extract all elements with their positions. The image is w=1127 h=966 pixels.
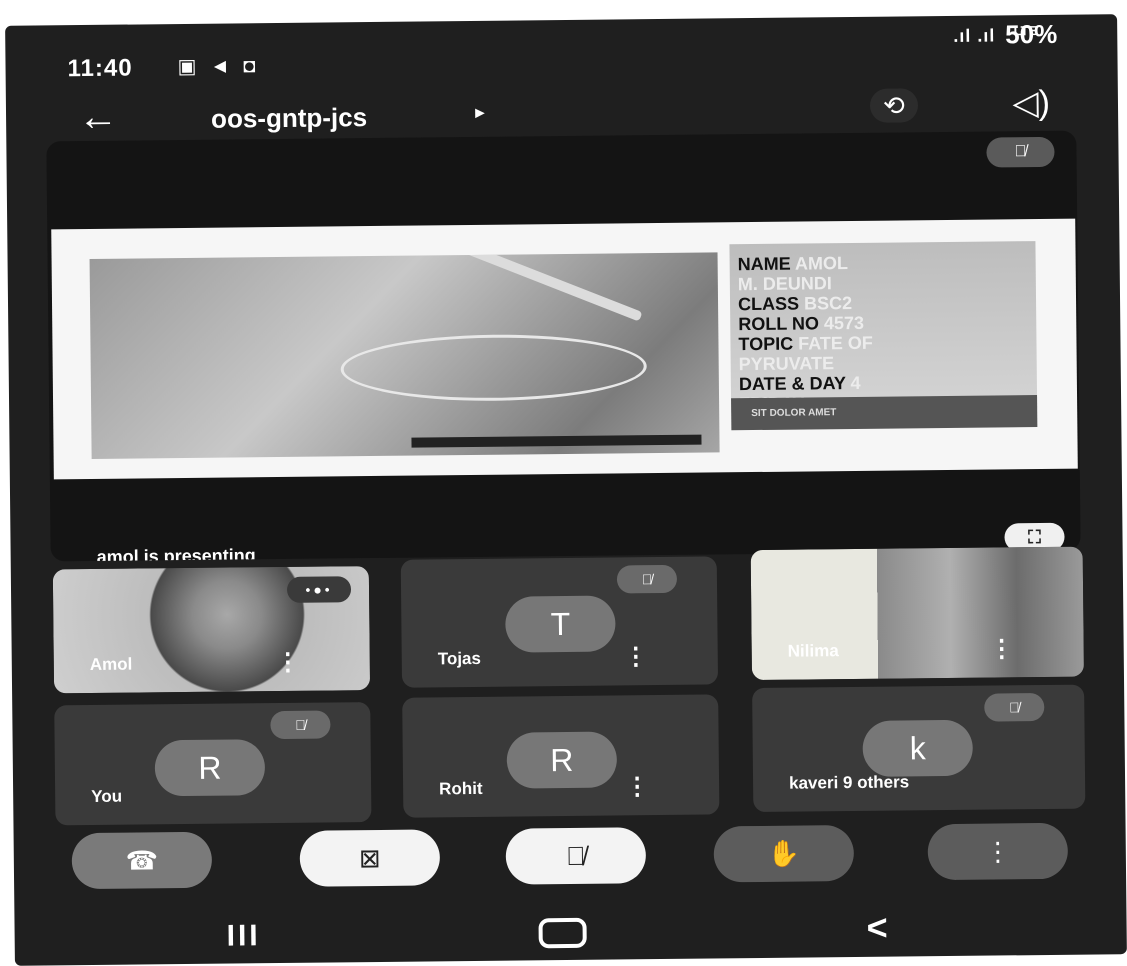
mic-off-icon: 🎙̸: [616, 564, 678, 594]
battery-level: 50%: [1005, 18, 1058, 50]
speaking-indicator-icon: •●•: [286, 576, 352, 603]
slide-info-box: NAME AMOL M. DEUNDI CLASS BSC2 ROLL NO 4…: [729, 241, 1038, 414]
home-icon[interactable]: [538, 917, 587, 949]
avatar: R: [506, 731, 618, 789]
speaker-icon[interactable]: ◁): [1012, 83, 1050, 123]
pipette-shape: [396, 252, 643, 322]
participant-name: kaveri 9 others: [788, 772, 910, 793]
participant-name: Rohit: [439, 778, 483, 799]
back-nav-icon[interactable]: <: [866, 907, 887, 949]
more-options-icon[interactable]: ⋮: [624, 643, 648, 670]
participant-tile-amol[interactable]: •●• Amol ⋮: [52, 566, 371, 694]
participant-name: Tojas: [437, 648, 481, 669]
more-options-icon[interactable]: ⋮: [625, 773, 649, 800]
participant-tile-rohit[interactable]: R Rohit ⋮: [402, 694, 720, 818]
mic-off-icon: 🎙̸: [984, 693, 1045, 722]
participant-name: You: [91, 786, 123, 806]
raise-hand-button[interactable]: ✋: [713, 825, 855, 883]
slide-photo: [89, 252, 720, 459]
back-arrow-icon[interactable]: ←: [78, 95, 118, 139]
participant-tile-tojas[interactable]: 🎙̸ T Tojas ⋮: [400, 556, 719, 688]
status-time: 11:40: [67, 54, 133, 83]
mic-off-icon: 🎙̸: [986, 136, 1055, 168]
camera-toggle-button[interactable]: ⊠: [299, 829, 441, 887]
recent-apps-icon[interactable]: III: [226, 919, 260, 953]
phone-screen: 11:40 ▣ ◄ ◘ LTE .ıl .ıl 50% ← oos-gntp-j…: [5, 14, 1127, 966]
mic-off-icon: 🎙̸: [565, 840, 586, 871]
mic-off-icon: 🎙̸: [270, 710, 331, 740]
signal-icon: .ıl .ıl: [953, 25, 996, 46]
switch-camera-icon[interactable]: ⟲: [869, 88, 919, 123]
status-bar: 11:40 ▣ ◄ ◘ LTE .ıl .ıl 50%: [5, 14, 1118, 86]
participant-name: Amol: [89, 654, 133, 674]
meeting-code[interactable]: oos-gntp-jcs: [211, 102, 367, 135]
end-call-button[interactable]: ☎: [71, 831, 213, 890]
phone-hangup-icon: ☎: [125, 844, 159, 876]
participant-tile-nilima[interactable]: Nilima ⋮: [750, 546, 1084, 681]
system-nav-bar: III <: [14, 904, 1126, 966]
participant-tile-kaveri-others[interactable]: 🎙̸ k kaveri 9 others: [752, 684, 1086, 813]
presenting-label: amol is presenting: [96, 545, 256, 562]
hand-icon: ✋: [767, 838, 801, 869]
more-options-button[interactable]: ⋮: [927, 822, 1069, 881]
avatar: T: [505, 595, 616, 653]
notification-icons: ▣ ◄ ◘: [177, 55, 260, 79]
play-icon[interactable]: ►: [472, 105, 488, 123]
avatar: k: [862, 719, 974, 777]
more-options-icon[interactable]: ⋮: [276, 649, 300, 676]
shared-slide: NAME AMOL M. DEUNDI CLASS BSC2 ROLL NO 4…: [51, 218, 1078, 480]
petri-dish-shape: [340, 333, 648, 403]
fullscreen-glyph: ⛶: [1028, 526, 1041, 547]
more-vert-icon: ⋮: [984, 835, 1011, 867]
presentation-tile[interactable]: 🎙̸ NAME AMOL M. DEUNDI CLASS BSC2 ROLL N…: [46, 130, 1081, 562]
switch-camera-glyph: ⟲: [882, 89, 906, 121]
mic-toggle-button[interactable]: 🎙̸: [505, 827, 647, 885]
participant-name: Nilima: [787, 641, 839, 661]
photo-caption-bar: [411, 434, 702, 448]
participant-tile-you[interactable]: 🎙̸ R You: [54, 702, 372, 826]
camera-off-icon: ⊠: [358, 842, 381, 873]
avatar: R: [154, 739, 266, 797]
more-options-icon[interactable]: ⋮: [990, 635, 1014, 662]
slide-footer: SIT DOLOR AMET: [731, 395, 1038, 431]
call-controls: ☎ ⊠ 🎙̸ ✋ ⋮: [14, 822, 1127, 914]
